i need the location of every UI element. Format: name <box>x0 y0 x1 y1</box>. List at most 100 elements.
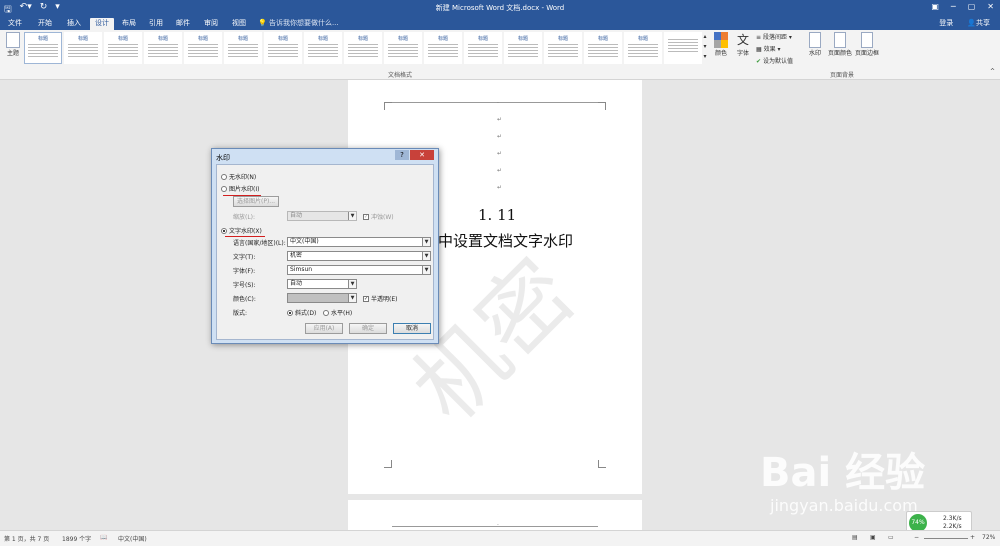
web-layout-icon[interactable]: ▭ <box>888 534 894 541</box>
text-combobox[interactable]: 机密 ▼ <box>287 251 431 261</box>
style-thumb[interactable] <box>664 32 702 64</box>
style-thumb[interactable]: 标题 <box>624 32 662 64</box>
font-select[interactable]: Simsun ▼ <box>287 265 431 275</box>
tab-home[interactable]: 开始 <box>33 18 57 30</box>
style-thumb[interactable]: 标题 <box>344 32 382 64</box>
style-thumb-lines <box>388 44 418 58</box>
style-thumb[interactable]: 标题 <box>304 32 342 64</box>
gallery-more-icon[interactable]: ▾ <box>703 53 706 60</box>
chevron-down-icon: ▼ <box>348 212 356 220</box>
apply-button[interactable]: 应用(A) <box>305 323 343 334</box>
diagonal-label: 斜式(D) <box>295 310 317 317</box>
colors-button[interactable]: 颜色 <box>712 32 730 57</box>
style-thumb[interactable]: 标题 <box>464 32 502 64</box>
scale-select[interactable]: 自动 ▼ <box>287 211 357 221</box>
language-select[interactable]: 中文(中国) ▼ <box>287 237 431 247</box>
paragraph-spacing-button[interactable]: ≡ 段落间距 ▾ <box>756 32 792 41</box>
close-button[interactable]: ✕ <box>987 2 994 11</box>
zoom-in-button[interactable]: + <box>970 534 975 541</box>
size-select[interactable]: 自动 ▼ <box>287 279 357 289</box>
themes-button[interactable]: 主题 <box>4 32 22 57</box>
tab-mailings[interactable]: 邮件 <box>172 18 194 30</box>
window-title: 新建 Microsoft Word 文档.docx - Word <box>435 4 565 12</box>
cancel-button[interactable]: 取消 <box>393 323 431 334</box>
style-thumb-lines <box>468 44 498 58</box>
horizontal-radio[interactable]: 水平(H) <box>323 308 352 317</box>
effects-button[interactable]: ▦ 效果 ▾ <box>756 44 781 53</box>
collapse-ribbon-icon[interactable]: ^ <box>990 68 995 75</box>
style-thumb-lines <box>228 44 258 58</box>
style-thumb[interactable]: 标题 <box>24 32 62 64</box>
set-default-button[interactable]: ✔ 设为默认值 <box>756 56 793 65</box>
style-thumb-title: 标题 <box>197 36 208 42</box>
help-button[interactable]: ? <box>395 150 409 160</box>
language-status[interactable]: 中文(中国) <box>118 534 147 543</box>
washout-checkbox[interactable]: ✓ 冲蚀(W) <box>363 212 394 221</box>
ok-button[interactable]: 确定 <box>349 323 387 334</box>
style-thumb[interactable]: 标题 <box>584 32 622 64</box>
share-button[interactable]: 👤共享 <box>967 18 990 28</box>
crop-mark <box>384 102 392 110</box>
scale-value: 自动 <box>290 212 303 219</box>
no-watermark-label: 无水印(N) <box>229 174 257 181</box>
maximize-button[interactable]: ▢ <box>968 2 976 11</box>
gallery-scroll[interactable]: ▴ ▾ ▾ <box>701 32 709 62</box>
style-thumb[interactable]: 标题 <box>264 32 302 64</box>
close-button[interactable]: ✕ <box>410 150 434 160</box>
zoom-slider[interactable] <box>924 538 968 539</box>
style-thumb[interactable]: 标题 <box>144 32 182 64</box>
chevron-up-icon[interactable]: ▴ <box>703 33 706 40</box>
tab-file[interactable]: 文件 <box>4 18 26 30</box>
ribbon-display-icon[interactable]: ▣ <box>931 2 939 11</box>
no-watermark-radio[interactable]: 无水印(N) <box>221 172 256 181</box>
chevron-down-icon: ▼ <box>422 252 430 260</box>
style-thumb-lines <box>428 44 458 58</box>
style-thumb[interactable]: 标题 <box>184 32 222 64</box>
tell-me-box[interactable]: 💡 告诉我你想要做什么... <box>258 18 339 28</box>
watermark-button[interactable]: 水印 <box>806 32 824 57</box>
word-count[interactable]: 1899 个字 <box>62 534 91 543</box>
crop-mark <box>598 460 606 468</box>
zoom-level[interactable]: 72% <box>982 534 995 541</box>
minimize-button[interactable]: ─ <box>951 2 956 11</box>
tab-references[interactable]: 引用 <box>145 18 167 30</box>
proofing-icon[interactable]: 📖 <box>100 534 107 541</box>
style-thumb-lines <box>508 44 538 58</box>
color-label: 颜色(C): <box>233 296 256 303</box>
page-color-button[interactable]: 页面颜色 <box>828 32 852 57</box>
style-thumb[interactable]: 标题 <box>64 32 102 64</box>
zoom-out-button[interactable]: − <box>914 534 919 541</box>
tab-review[interactable]: 审阅 <box>200 18 222 30</box>
tab-insert[interactable]: 插入 <box>62 18 86 30</box>
print-layout-icon[interactable]: ▣ <box>870 534 876 541</box>
text-watermark-radio[interactable]: 文字水印(X) <box>221 226 262 235</box>
style-thumb[interactable]: 标题 <box>104 32 142 64</box>
set-default-label: 设为默认值 <box>762 58 793 65</box>
picture-watermark-radio[interactable]: 图片水印(I) <box>221 184 259 193</box>
style-thumb[interactable]: 标题 <box>384 32 422 64</box>
washout-label: 冲蚀(W) <box>371 214 394 221</box>
style-thumb-lines <box>28 44 58 58</box>
style-thumb[interactable]: 标题 <box>544 32 582 64</box>
fonts-button[interactable]: 文 字体 <box>734 32 752 57</box>
paragraph-spacing-label: 段落间距 <box>762 34 787 41</box>
semitransparent-checkbox[interactable]: ✓ 半透明(E) <box>363 294 397 303</box>
diagonal-radio[interactable]: 斜式(D) <box>287 308 316 317</box>
tab-layout[interactable]: 布局 <box>118 18 140 30</box>
speed-rates: 2.3K/s 2.2K/s <box>943 515 962 531</box>
tab-view[interactable]: 视图 <box>228 18 250 30</box>
color-select[interactable]: ▼ <box>287 293 357 303</box>
login-link[interactable]: 登录 <box>939 18 953 28</box>
style-thumb[interactable]: 标题 <box>504 32 542 64</box>
read-mode-icon[interactable]: ▤ <box>852 534 858 541</box>
style-thumb[interactable]: 标题 <box>224 32 262 64</box>
status-bar: 第 1 页，共 7 页 1899 个字 📖 中文(中国) ▤ ▣ ▭ − + 7… <box>0 530 1000 546</box>
select-picture-button[interactable]: 选择图片(P)... <box>233 196 279 207</box>
checkbox-icon: ✓ <box>363 213 369 220</box>
style-thumb[interactable]: 标题 <box>424 32 462 64</box>
tab-design[interactable]: 设计 <box>90 18 114 30</box>
page-borders-button[interactable]: 页面边框 <box>854 32 880 57</box>
style-thumb-lines <box>348 44 378 58</box>
chevron-down-icon[interactable]: ▾ <box>703 43 706 50</box>
page-count[interactable]: 第 1 页，共 7 页 <box>4 534 49 543</box>
